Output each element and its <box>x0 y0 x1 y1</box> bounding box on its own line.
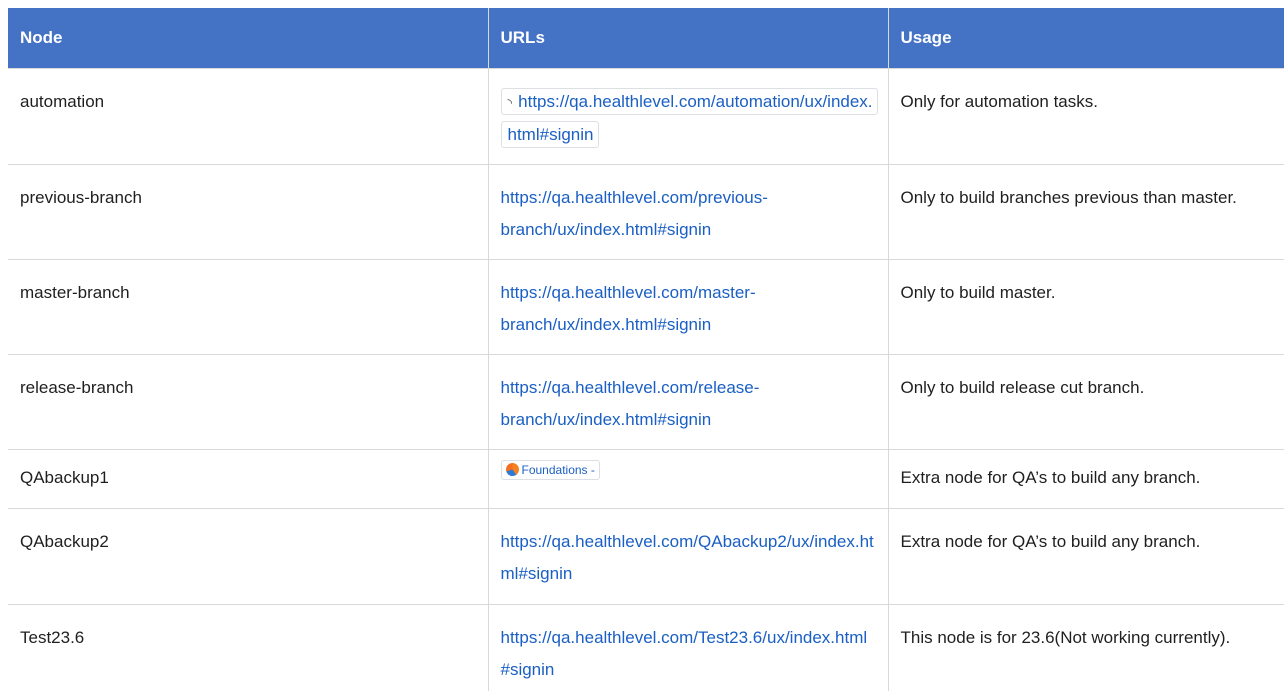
usage-cell: Extra node for QA’s to build any branch. <box>887 448 1284 509</box>
table-header-row: Node URLs Usage <box>8 8 1284 69</box>
url-cell: https://qa.healthlevel.com/QAbackup2/ux/… <box>487 507 889 605</box>
url-cell: https://qa.healthlevel.com/Test23.6/ux/i… <box>487 603 889 691</box>
foundations-logo-icon <box>505 463 519 476</box>
header-node: Node <box>8 8 489 69</box>
usage-cell: Only for automation tasks. <box>887 67 1284 165</box>
usage-cell: Extra node for QA’s to build any branch. <box>887 507 1284 605</box>
usage-cell: Only to build release cut branch. <box>887 353 1284 450</box>
url-cell: ◝ https://qa.healthlevel.com/automation/u… <box>487 67 889 165</box>
table-row: master-branch https://qa.healthlevel.com… <box>8 258 1284 355</box>
url-link[interactable]: https://qa.healthlevel.com/previous-bran… <box>501 188 768 239</box>
usage-cell: This node is for 23.6(Not working curren… <box>887 603 1284 691</box>
node-cell: QAbackup2 <box>8 507 489 605</box>
usage-cell: Only to build branches previous than mas… <box>887 163 1284 260</box>
usage-cell: Only to build master. <box>887 258 1284 355</box>
url-text: https://qa.healthlevel.com/automation/ux… <box>507 91 873 144</box>
node-cell: master-branch <box>8 258 489 355</box>
table-row: QAbackup2 https://qa.healthlevel.com/QAb… <box>8 507 1284 605</box>
url-cell: https://qa.healthlevel.com/release-branc… <box>487 353 889 450</box>
url-link[interactable]: https://qa.healthlevel.com/Test23.6/ux/i… <box>501 628 868 679</box>
node-cell: previous-branch <box>8 163 489 260</box>
page: Node URLs Usage automation ◝ https://qa.h… <box>0 0 1284 691</box>
smart-link[interactable]: ◝ https://qa.healthlevel.com/automation/u… <box>500 87 878 148</box>
url-link[interactable]: https://qa.healthlevel.com/release-branc… <box>501 378 760 429</box>
table-row: release-branch https://qa.healthlevel.co… <box>8 353 1284 450</box>
node-cell: QAbackup1 <box>8 448 489 509</box>
node-cell: Test23.6 <box>8 603 489 691</box>
node-cell: release-branch <box>8 353 489 450</box>
node-cell: automation <box>8 67 489 165</box>
url-cell: https://qa.healthlevel.com/previous-bran… <box>487 163 889 260</box>
table-row: QAbackup1 Foundations - Extra node for Q… <box>8 448 1284 509</box>
url-cell: https://qa.healthlevel.com/master-branch… <box>487 258 889 355</box>
foundations-chip-link[interactable]: Foundations - <box>500 459 600 480</box>
link-icon: ◝ <box>507 95 513 110</box>
chip-label: Foundations - <box>521 462 595 477</box>
table-row: previous-branch https://qa.healthlevel.c… <box>8 163 1284 260</box>
table-row: Test23.6 https://qa.healthlevel.com/Test… <box>8 603 1284 691</box>
nodes-table: Node URLs Usage automation ◝ https://qa.h… <box>8 8 1284 691</box>
header-urls: URLs <box>487 8 889 69</box>
table-row: automation ◝ https://qa.healthlevel.com/a… <box>8 67 1284 165</box>
url-link[interactable]: https://qa.healthlevel.com/QAbackup2/ux/… <box>501 532 874 583</box>
header-usage: Usage <box>887 8 1284 69</box>
url-cell: Foundations - <box>487 448 889 509</box>
url-link[interactable]: https://qa.healthlevel.com/master-branch… <box>501 283 756 334</box>
